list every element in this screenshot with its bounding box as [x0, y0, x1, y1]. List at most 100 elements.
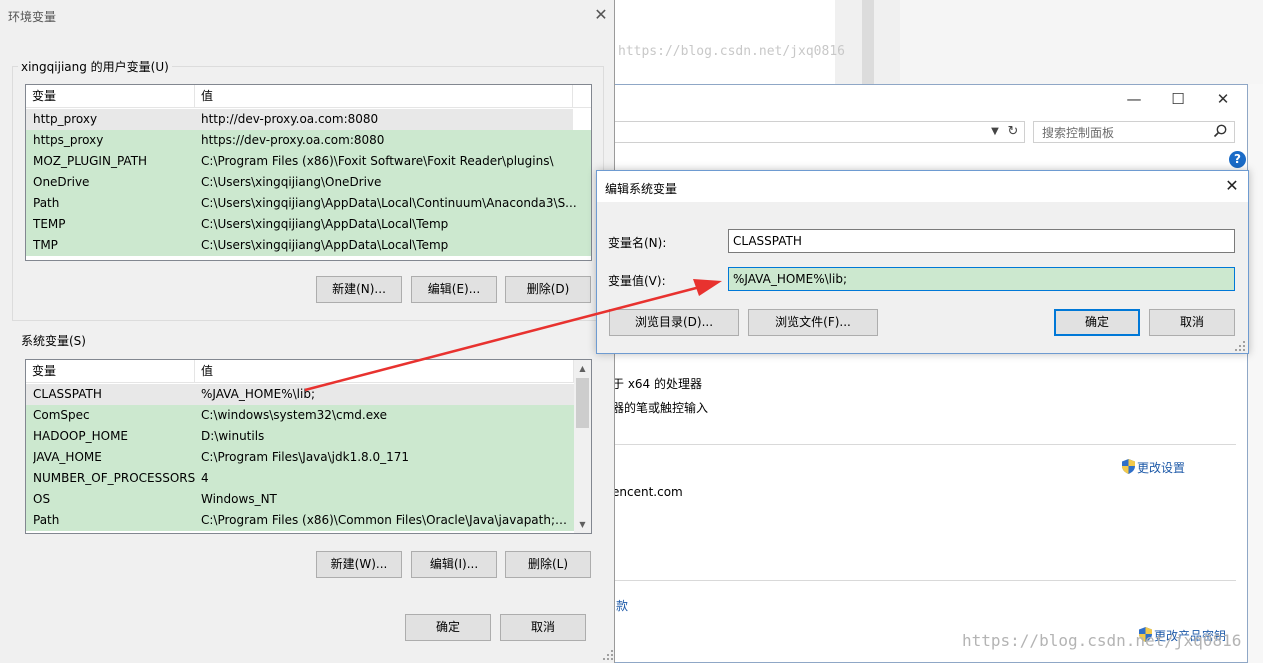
system-new-button[interactable]: 新建(W)... — [316, 551, 402, 578]
variable-name: Path — [33, 513, 60, 527]
list-header: 变量 值 — [26, 360, 574, 383]
variable-value: %JAVA_HOME%\lib; — [201, 387, 315, 401]
variable-name: OS — [33, 492, 51, 506]
variable-name: OneDrive — [33, 175, 90, 189]
ok-button[interactable]: 确定 — [405, 614, 491, 641]
column-header-value[interactable]: 值 — [195, 85, 573, 108]
close-icon[interactable]: ✕ — [590, 4, 612, 26]
variable-value: C:\Users\xingqijiang\OneDrive — [201, 175, 382, 189]
vertical-scrollbar[interactable]: ▲ ▼ — [574, 360, 591, 533]
variable-name: MOZ_PLUGIN_PATH — [33, 154, 148, 168]
dialog-title: 编辑系统变量 — [605, 182, 678, 196]
variable-name: JAVA_HOME — [33, 450, 102, 464]
list-header: 变量 值 — [26, 85, 591, 108]
user-new-button[interactable]: 新建(N)... — [316, 276, 402, 303]
variable-value: C:\Users\xingqijiang\AppData\Local\Temp — [201, 238, 449, 252]
right-edge-strip — [1248, 84, 1263, 663]
resize-grip-icon[interactable] — [602, 649, 614, 661]
terms-link[interactable]: 款 — [616, 597, 628, 614]
section-divider — [612, 444, 1236, 445]
variable-name: CLASSPATH — [33, 387, 102, 401]
close-icon[interactable]: ✕ — [1221, 175, 1243, 197]
background-divider — [862, 0, 874, 85]
scroll-up-icon[interactable]: ▲ — [574, 360, 591, 377]
variable-value-field[interactable]: %JAVA_HOME%\lib; — [728, 267, 1235, 291]
variable-name: HADOOP_HOME — [33, 429, 129, 443]
resize-grip-icon[interactable] — [1234, 340, 1246, 352]
column-header-value[interactable]: 值 — [195, 360, 574, 383]
background-top-panel-right — [900, 0, 1263, 85]
watermark-bottom: https://blog.csdn.net/jxq0816 — [962, 631, 1242, 650]
address-bar[interactable] — [612, 121, 1025, 143]
user-delete-button[interactable]: 删除(D) — [505, 276, 591, 303]
user-variables-list[interactable]: 变量 值 http_proxy http://dev-proxy.oa.com:… — [25, 84, 592, 261]
variable-value: D:\winutils — [201, 429, 265, 443]
variable-value-label: 变量值(V): — [608, 274, 666, 288]
search-placeholder: 搜索控制面板 — [1042, 126, 1115, 140]
cancel-button[interactable]: 取消 — [1149, 309, 1235, 336]
variable-name: TMP — [33, 238, 58, 252]
variable-name-label: 变量名(N): — [608, 236, 667, 250]
system-edit-button[interactable]: 编辑(I)... — [411, 551, 497, 578]
background-top-panel — [615, 0, 835, 85]
table-row[interactable]: http_proxy http://dev-proxy.oa.com:8080 — [26, 109, 573, 130]
table-row[interactable]: Path C:\Users\xingqijiang\AppData\Local\… — [26, 193, 591, 214]
ok-button[interactable]: 确定 — [1054, 309, 1140, 336]
help-icon[interactable]: ? — [1229, 151, 1246, 168]
table-row[interactable]: ComSpec C:\windows\system32\cmd.exe — [26, 405, 574, 426]
variable-value: C:\Users\xingqijiang\AppData\Local\Temp — [201, 217, 449, 231]
table-row[interactable]: OS Windows_NT — [26, 489, 574, 510]
maximize-button[interactable]: ☐ — [1163, 88, 1193, 110]
shield-icon — [1122, 459, 1135, 474]
close-button[interactable]: ✕ — [1208, 88, 1238, 110]
browse-file-button[interactable]: 浏览文件(F)... — [748, 309, 878, 336]
section-divider — [612, 580, 1236, 581]
browse-directory-button[interactable]: 浏览目录(D)... — [609, 309, 739, 336]
variable-name: https_proxy — [33, 133, 104, 147]
table-row[interactable]: NUMBER_OF_PROCESSORS 4 — [26, 468, 574, 489]
table-row[interactable]: https_proxy https://dev-proxy.oa.com:808… — [26, 130, 591, 151]
variable-value: C:\windows\system32\cmd.exe — [201, 408, 387, 422]
variable-name: TEMP — [33, 217, 66, 231]
table-row[interactable]: JAVA_HOME C:\Program Files\Java\jdk1.8.0… — [26, 447, 574, 468]
table-row[interactable]: TMP C:\Users\xingqijiang\AppData\Local\T… — [26, 235, 591, 256]
edit-system-variable-dialog: 编辑系统变量 ✕ 变量名(N): CLASSPATH 变量值(V): %JAVA… — [596, 170, 1249, 354]
variable-value: http://dev-proxy.oa.com:8080 — [201, 112, 379, 126]
search-icon[interactable] — [1212, 123, 1228, 139]
variable-value: https://dev-proxy.oa.com:8080 — [201, 133, 385, 147]
variable-name: ComSpec — [33, 408, 90, 422]
scroll-down-icon[interactable]: ▼ — [574, 516, 591, 533]
table-row[interactable]: CLASSPATH %JAVA_HOME%\lib; — [26, 384, 574, 405]
variable-name: NUMBER_OF_PROCESSORS — [33, 471, 196, 485]
dialog-title: 环境变量 — [8, 10, 57, 24]
system-variables-title: 系统变量(S) — [18, 332, 89, 349]
table-row[interactable]: TEMP C:\Users\xingqijiang\AppData\Local\… — [26, 214, 591, 235]
variable-value: Windows_NT — [201, 492, 277, 506]
pen-touch-text: 器的笔或触控输入 — [612, 401, 709, 415]
table-row[interactable]: Path C:\Program Files (x86)\Common Files… — [26, 510, 574, 531]
cancel-button[interactable]: 取消 — [500, 614, 586, 641]
scroll-thumb[interactable] — [576, 378, 589, 428]
column-header-variable[interactable]: 变量 — [26, 85, 195, 108]
watermark-top: https://blog.csdn.net/jxq0816 — [618, 44, 845, 59]
variable-value: C:\Program Files (x86)\Foxit Software\Fo… — [201, 154, 554, 168]
variable-value: C:\Users\xingqijiang\AppData\Local\Conti… — [201, 196, 577, 210]
system-variables-list[interactable]: 变量 值 CLASSPATH %JAVA_HOME%\lib; ComSpec … — [25, 359, 592, 534]
column-header-variable[interactable]: 变量 — [26, 360, 195, 383]
refresh-icon[interactable]: ↻ — [1004, 122, 1022, 142]
minimize-button[interactable]: — — [1119, 88, 1149, 110]
processor-text: 于 x64 的处理器 — [612, 377, 703, 391]
variable-value: 4 — [201, 471, 209, 485]
dialog-titlebar — [597, 171, 1248, 202]
domain-text: encent.com — [612, 485, 683, 499]
change-settings-link[interactable]: 更改设置 — [1137, 459, 1185, 476]
table-row[interactable]: OneDrive C:\Users\xingqijiang\OneDrive — [26, 172, 591, 193]
variable-name-field[interactable]: CLASSPATH — [728, 229, 1235, 253]
system-delete-button[interactable]: 删除(L) — [505, 551, 591, 578]
table-row[interactable]: MOZ_PLUGIN_PATH C:\Program Files (x86)\F… — [26, 151, 591, 172]
chevron-down-icon[interactable]: ▼ — [987, 122, 1003, 142]
variable-name: Path — [33, 196, 60, 210]
table-row[interactable]: HADOOP_HOME D:\winutils — [26, 426, 574, 447]
variable-value: C:\Program Files\Java\jdk1.8.0_171 — [201, 450, 410, 464]
user-edit-button[interactable]: 编辑(E)... — [411, 276, 497, 303]
